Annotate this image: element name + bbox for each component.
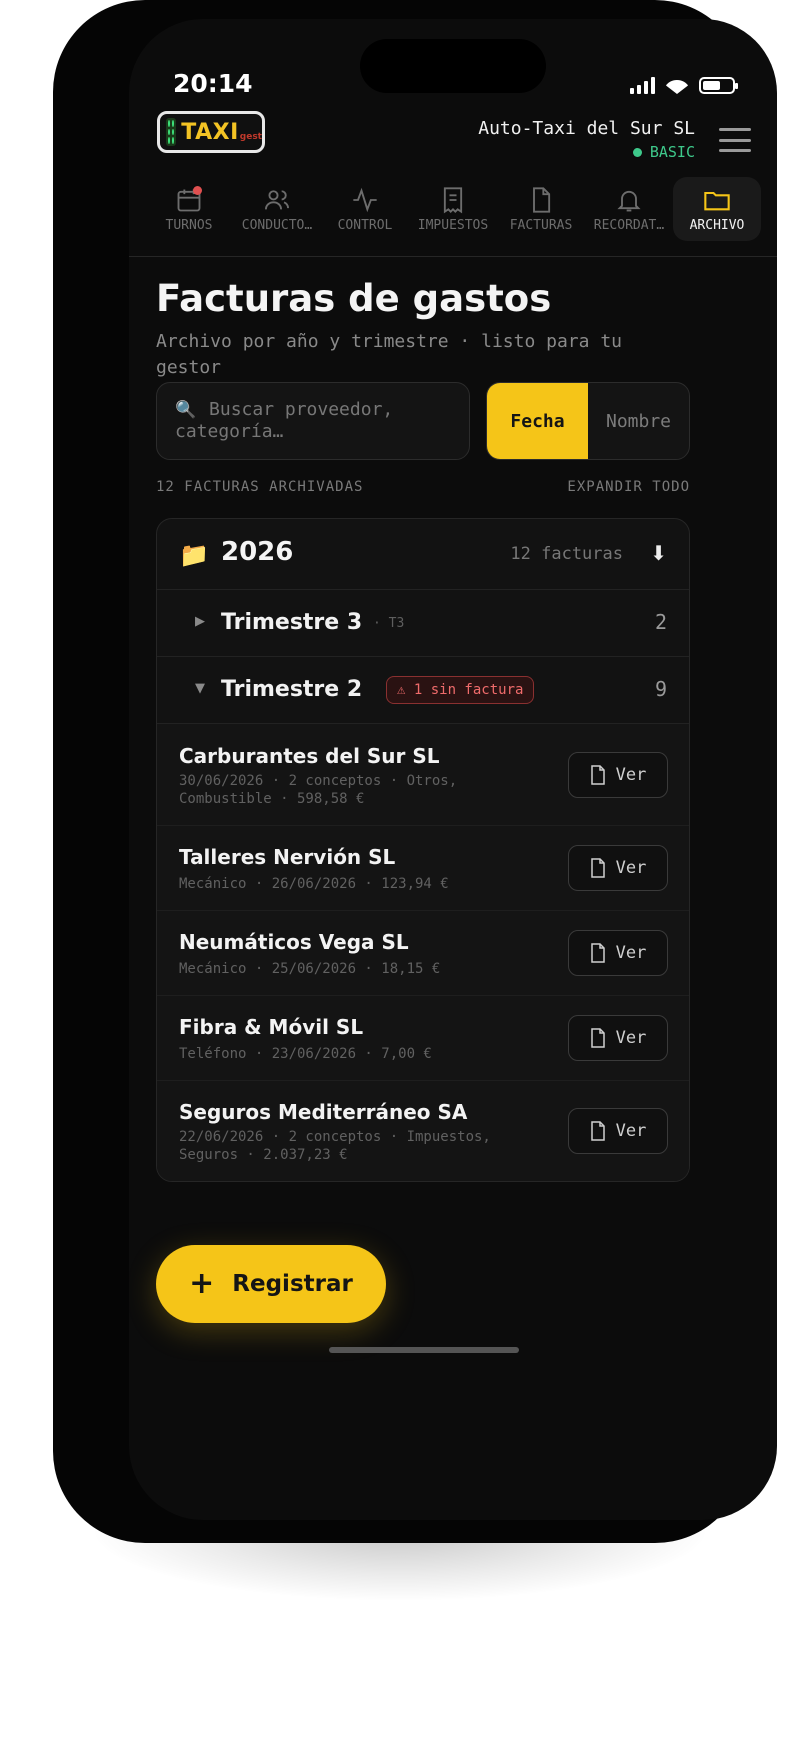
plan-label: BASIC [649, 143, 695, 161]
receipt-icon [443, 186, 463, 213]
quarter-title: Trimestre 2 [221, 677, 363, 702]
plan-status-dot [632, 147, 642, 157]
file-icon [533, 186, 551, 213]
year-group-header[interactable]: 📁 2026 12 facturas ⬇ [157, 519, 689, 590]
invoice-meta: Mecánico · 26/06/2026 · 123,94 € [179, 876, 449, 892]
quarter-tag: · T3 [373, 616, 405, 631]
app-logo[interactable]: TAXI gest [157, 111, 265, 153]
status-icons [630, 77, 738, 94]
logo-text: TAXI [181, 119, 239, 145]
tab-impuestos[interactable]: IMPUESTOS [409, 177, 497, 241]
invoice-row: Carburantes del Sur SL 30/06/2026 · 2 co… [157, 724, 689, 826]
download-icon[interactable]: ⬇ [650, 541, 667, 565]
invoice-row: Seguros Mediterráneo SA 22/06/2026 · 2 c… [157, 1081, 689, 1181]
battery-icon [699, 77, 738, 94]
tab-label: ARCHIVO [689, 217, 745, 233]
sort-option-fecha[interactable]: Fecha [487, 383, 588, 459]
view-invoice-button[interactable]: Ver [568, 930, 668, 976]
signal-icon [630, 77, 655, 94]
missing-invoice-badge: ⚠ 1 sin factura [386, 676, 535, 704]
view-label: Ver [615, 765, 647, 785]
file-icon [590, 858, 605, 878]
register-label: Registrar [232, 1271, 353, 1297]
register-button[interactable]: + Registrar [156, 1245, 386, 1323]
header-divider [129, 256, 777, 257]
quarter-count: 9 [654, 677, 667, 701]
invoice-meta: 22/06/2026 · 2 conceptos · Impuestos, Se… [179, 1129, 491, 1163]
search-icon: 🔍 [175, 400, 197, 420]
logo-sub: gest [239, 132, 262, 142]
view-label: Ver [615, 1028, 647, 1048]
file-icon [590, 1121, 605, 1141]
expand-all-button[interactable]: EXPANDIR TODO [567, 479, 690, 495]
invoice-row: Talleres Nervión SL Mecánico · 26/06/202… [157, 826, 689, 911]
tab-facturas[interactable]: FACTURAS [497, 177, 585, 241]
tab-recordatorios[interactable]: RECORDAT… [585, 177, 673, 241]
invoice-supplier: Carburantes del Sur SL [179, 744, 440, 768]
bell-icon [617, 190, 641, 211]
invoice-row: Fibra & Móvil SL Teléfono · 23/06/2026 ·… [157, 996, 689, 1081]
search-input[interactable]: 🔍 Buscar proveedor, categoría… [156, 382, 470, 460]
file-icon [590, 765, 605, 785]
view-label: Ver [615, 858, 647, 878]
view-invoice-button[interactable]: Ver [568, 1015, 668, 1061]
tab-turnos[interactable]: TURNOS [145, 177, 233, 241]
quarter-count: 2 [654, 610, 667, 634]
activity-icon [353, 187, 377, 212]
sort-toggle: Fecha Nombre [486, 382, 690, 460]
dynamic-island [360, 39, 546, 93]
invoice-supplier: Seguros Mediterráneo SA [179, 1100, 468, 1124]
tab-label: CONDUCTO… [241, 217, 313, 233]
folder-icon [704, 191, 730, 210]
tab-label: RECORDAT… [593, 217, 665, 233]
tab-label: IMPUESTOS [417, 217, 489, 233]
view-invoice-button[interactable]: Ver [568, 1108, 668, 1154]
view-invoice-button[interactable]: Ver [568, 752, 668, 798]
page-subtitle: Archivo por año y trimestre · listo para… [156, 331, 622, 378]
file-icon [590, 943, 605, 963]
caret-down-icon: ▼ [195, 681, 205, 696]
view-label: Ver [615, 943, 647, 963]
tab-label: CONTROL [337, 217, 393, 233]
archive-card: 📁 2026 12 facturas ⬇ ▶ Trimestre 3 · T3 … [156, 518, 690, 1182]
status-time: 20:14 [173, 69, 253, 98]
phone-frame: 20:14 TAXI gest Auto-Taxi del Sur SL BAS… [53, 0, 777, 1543]
search-placeholder: Buscar proveedor, categoría… [175, 399, 394, 442]
home-indicator [329, 1347, 519, 1353]
app-screen: 20:14 TAXI gest Auto-Taxi del Sur SL BAS… [129, 19, 777, 1520]
year-count: 12 facturas [510, 544, 623, 564]
view-label: Ver [615, 1121, 647, 1141]
page-title: Facturas de gastos [156, 277, 552, 320]
tab-label: TURNOS [165, 217, 213, 233]
nav-tabs: TURNOS CONDUCTO… CONTROL IMPUESTOS FACTU… [145, 177, 761, 241]
quarter-row-t2[interactable]: ▼ Trimestre 2 ⚠ 1 sin factura 9 [157, 657, 689, 724]
view-invoice-button[interactable]: Ver [568, 845, 668, 891]
invoice-meta: Teléfono · 23/06/2026 · 7,00 € [179, 1046, 432, 1062]
invoice-meta: 30/06/2026 · 2 conceptos · Otros, Combus… [179, 773, 458, 807]
file-icon [590, 1028, 605, 1048]
plus-icon: + [189, 1266, 215, 1301]
users-icon [264, 189, 290, 209]
quarter-title: Trimestre 3 [221, 610, 363, 635]
plan-badge: BASIC [632, 143, 695, 161]
folder-icon: 📁 [179, 541, 209, 569]
tab-conductores[interactable]: CONDUCTO… [233, 177, 321, 241]
invoice-row: Neumáticos Vega SL Mecánico · 25/06/2026… [157, 911, 689, 996]
year-title: 2026 [221, 537, 294, 567]
invoice-supplier: Fibra & Móvil SL [179, 1015, 364, 1039]
invoice-supplier: Talleres Nervión SL [179, 845, 396, 869]
company-name: Auto-Taxi del Sur SL [478, 118, 695, 139]
invoice-supplier: Neumáticos Vega SL [179, 930, 409, 954]
tab-label: FACTURAS [509, 217, 573, 233]
notification-dot [193, 186, 202, 195]
invoice-count-label: 12 FACTURAS ARCHIVADAS [156, 479, 364, 495]
quarter-row-t3[interactable]: ▶ Trimestre 3 · T3 2 [157, 590, 689, 657]
hamburger-menu-button[interactable] [719, 128, 751, 152]
caret-right-icon: ▶ [195, 614, 205, 629]
wifi-icon [666, 79, 688, 94]
tab-control[interactable]: CONTROL [321, 177, 409, 241]
tab-archivo[interactable]: ARCHIVO [673, 177, 761, 241]
sort-option-nombre[interactable]: Nombre [588, 383, 689, 459]
invoice-meta: Mecánico · 25/06/2026 · 18,15 € [179, 961, 441, 977]
